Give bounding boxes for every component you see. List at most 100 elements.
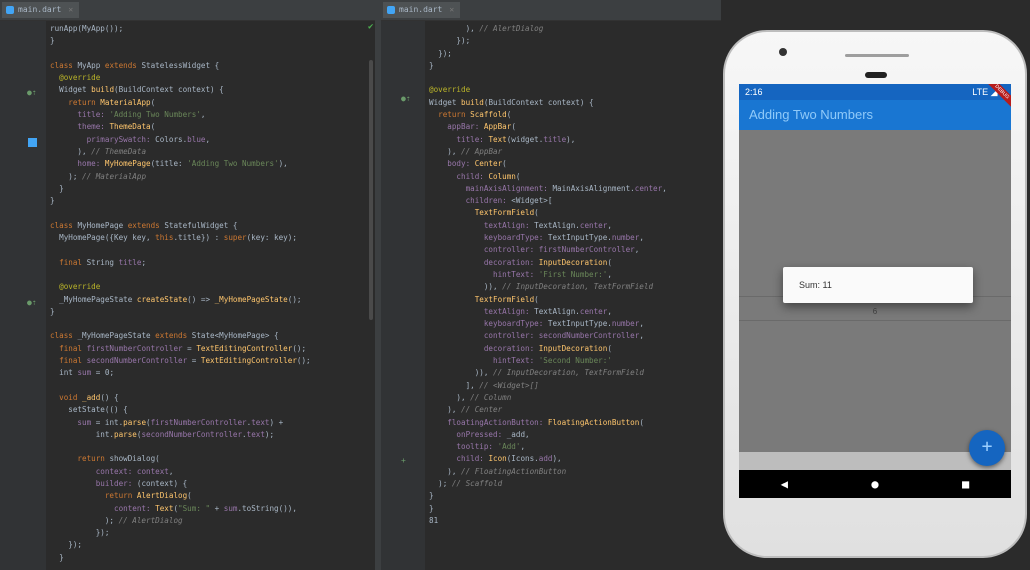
- code-line[interactable]: ), // AlertDialog: [429, 23, 721, 35]
- code-line[interactable]: floatingActionButton: FloatingActionButt…: [429, 417, 721, 429]
- code-line[interactable]: }: [50, 183, 375, 195]
- override-gutter-icon[interactable]: ●⇡: [401, 94, 411, 103]
- code-line[interactable]: title: 'Adding Two Numbers',: [50, 109, 375, 121]
- code-line[interactable]: return AlertDialog(: [50, 490, 375, 502]
- code-line[interactable]: tooltip: 'Add',: [429, 441, 721, 453]
- code-line[interactable]: final secondNumberController = TextEditi…: [50, 355, 375, 367]
- code-line[interactable]: decoration: InputDecoration(: [429, 257, 721, 269]
- code-line[interactable]: keyboardType: TextInputType.number,: [429, 232, 721, 244]
- code-line[interactable]: final String title;: [50, 257, 375, 269]
- code-line[interactable]: });: [429, 35, 721, 47]
- code-line[interactable]: ); // MaterialApp: [50, 171, 375, 183]
- code-line[interactable]: content: Text("Sum: " + sum.toString()),: [50, 503, 375, 515]
- code-line[interactable]: @override: [50, 72, 375, 84]
- code-line[interactable]: }: [429, 60, 721, 72]
- code-line[interactable]: return MaterialApp(: [50, 97, 375, 109]
- code-line[interactable]: return Scaffold(: [429, 109, 721, 121]
- add-fab-button[interactable]: +: [969, 430, 1005, 466]
- code-line[interactable]: int.parse(secondNumberController.text);: [50, 429, 375, 441]
- code-line[interactable]: void _add() {: [50, 392, 375, 404]
- code-line[interactable]: title: Text(widget.title),: [429, 134, 721, 146]
- code-line[interactable]: [50, 441, 375, 453]
- code-area-right[interactable]: ), // AlertDialog }); });} @override Widge…: [429, 23, 721, 570]
- code-line[interactable]: [50, 207, 375, 219]
- code-line[interactable]: TextFormField(: [429, 207, 721, 219]
- code-line[interactable]: }: [429, 503, 721, 515]
- code-line[interactable]: Widget build(BuildContext context) {: [50, 84, 375, 96]
- close-tab-icon[interactable]: ✕: [68, 2, 73, 18]
- code-line[interactable]: }: [50, 306, 375, 318]
- code-line[interactable]: _MyHomePageState createState() => _MyHom…: [50, 294, 375, 306]
- code-line[interactable]: }: [50, 35, 375, 47]
- code-line[interactable]: ); // Scaffold: [429, 478, 721, 490]
- code-line[interactable]: });: [429, 48, 721, 60]
- close-tab-icon[interactable]: ✕: [449, 2, 454, 18]
- code-line[interactable]: Widget build(BuildContext context) {: [429, 97, 721, 109]
- code-line[interactable]: class MyHomePage extends StatefulWidget …: [50, 220, 375, 232]
- code-line[interactable]: MyHomePage({Key key, this.title}) : supe…: [50, 232, 375, 244]
- code-line[interactable]: appBar: AppBar(: [429, 121, 721, 133]
- color-swatch-gutter-icon[interactable]: [28, 138, 37, 147]
- second-number-field-value[interactable]: 6: [739, 307, 1011, 316]
- code-line[interactable]: });: [50, 527, 375, 539]
- code-line[interactable]: hintText: 'First Number:',: [429, 269, 721, 281]
- code-line[interactable]: }: [429, 490, 721, 502]
- code-line[interactable]: ), // FloatingActionButton: [429, 466, 721, 478]
- code-line[interactable]: child: Column(: [429, 171, 721, 183]
- code-line[interactable]: @override: [429, 84, 721, 96]
- nav-home-icon[interactable]: ●: [860, 477, 890, 491]
- code-line[interactable]: decoration: InputDecoration(: [429, 343, 721, 355]
- code-line[interactable]: textAlign: TextAlign.center,: [429, 306, 721, 318]
- code-line[interactable]: int sum = 0;: [50, 367, 375, 379]
- emulator-screen[interactable]: 2:16 LTE ◢ ▮ DEBUG Adding Two Numbers 6 …: [739, 84, 1011, 498]
- code-line[interactable]: [50, 380, 375, 392]
- code-line[interactable]: setState(() {: [50, 404, 375, 416]
- code-line[interactable]: [50, 318, 375, 330]
- nav-back-icon[interactable]: ◀: [769, 477, 799, 491]
- file-tab-left[interactable]: main.dart ✕: [2, 2, 80, 18]
- code-line[interactable]: ), // AppBar: [429, 146, 721, 158]
- editor-pane-left[interactable]: main.dart ✕ ●⇡ ●⇡ runApp(MyApp());} class…: [0, 0, 375, 570]
- code-line[interactable]: textAlign: TextAlign.center,: [429, 220, 721, 232]
- code-line[interactable]: [429, 72, 721, 84]
- code-line[interactable]: ); // AlertDialog: [50, 515, 375, 527]
- code-line[interactable]: onPressed: _add,: [429, 429, 721, 441]
- code-line[interactable]: ), // ThemeData: [50, 146, 375, 158]
- code-line[interactable]: context: context,: [50, 466, 375, 478]
- code-line[interactable]: class MyApp extends StatelessWidget {: [50, 60, 375, 72]
- icon-preview-gutter-icon[interactable]: +: [401, 456, 406, 465]
- code-line[interactable]: theme: ThemeData(: [50, 121, 375, 133]
- code-line[interactable]: final firstNumberController = TextEditin…: [50, 343, 375, 355]
- code-line[interactable]: [50, 244, 375, 256]
- code-line[interactable]: ), // Column: [429, 392, 721, 404]
- scrollbar-left[interactable]: [369, 60, 373, 320]
- code-line[interactable]: ), // Center: [429, 404, 721, 416]
- code-line[interactable]: [50, 269, 375, 281]
- code-line[interactable]: }: [50, 552, 375, 564]
- code-line[interactable]: return showDialog(: [50, 453, 375, 465]
- code-line[interactable]: controller: secondNumberController,: [429, 330, 721, 342]
- code-line[interactable]: });: [50, 539, 375, 551]
- code-line[interactable]: keyboardType: TextInputType.number,: [429, 318, 721, 330]
- code-line[interactable]: ], // <Widget>[]: [429, 380, 721, 392]
- editor-pane-right[interactable]: main.dart ✕ ●⇡ + ), // AlertDialog }); }…: [381, 0, 721, 570]
- override-gutter-icon[interactable]: ●⇡: [27, 298, 37, 307]
- code-line[interactable]: home: MyHomePage(title: 'Adding Two Numb…: [50, 158, 375, 170]
- file-tab-right[interactable]: main.dart ✕: [383, 2, 461, 18]
- code-line[interactable]: body: Center(: [429, 158, 721, 170]
- code-line[interactable]: )), // InputDecoration, TextFormField: [429, 281, 721, 293]
- code-line[interactable]: @override: [50, 281, 375, 293]
- code-line[interactable]: builder: (context) {: [50, 478, 375, 490]
- code-line[interactable]: hintText: 'Second Number:': [429, 355, 721, 367]
- code-line[interactable]: [50, 48, 375, 60]
- code-line[interactable]: mainAxisAlignment: MainAxisAlignment.cen…: [429, 183, 721, 195]
- code-area-left[interactable]: runApp(MyApp());} class MyApp extends Sta…: [50, 23, 375, 570]
- override-gutter-icon[interactable]: ●⇡: [27, 88, 37, 97]
- nav-recents-icon[interactable]: ■: [951, 477, 981, 491]
- code-line[interactable]: )), // InputDecoration, TextFormField: [429, 367, 721, 379]
- code-line[interactable]: 81: [429, 515, 721, 527]
- code-line[interactable]: children: <Widget>[: [429, 195, 721, 207]
- code-line[interactable]: }: [50, 195, 375, 207]
- code-line[interactable]: runApp(MyApp());: [50, 23, 375, 35]
- code-line[interactable]: controller: firstNumberController,: [429, 244, 721, 256]
